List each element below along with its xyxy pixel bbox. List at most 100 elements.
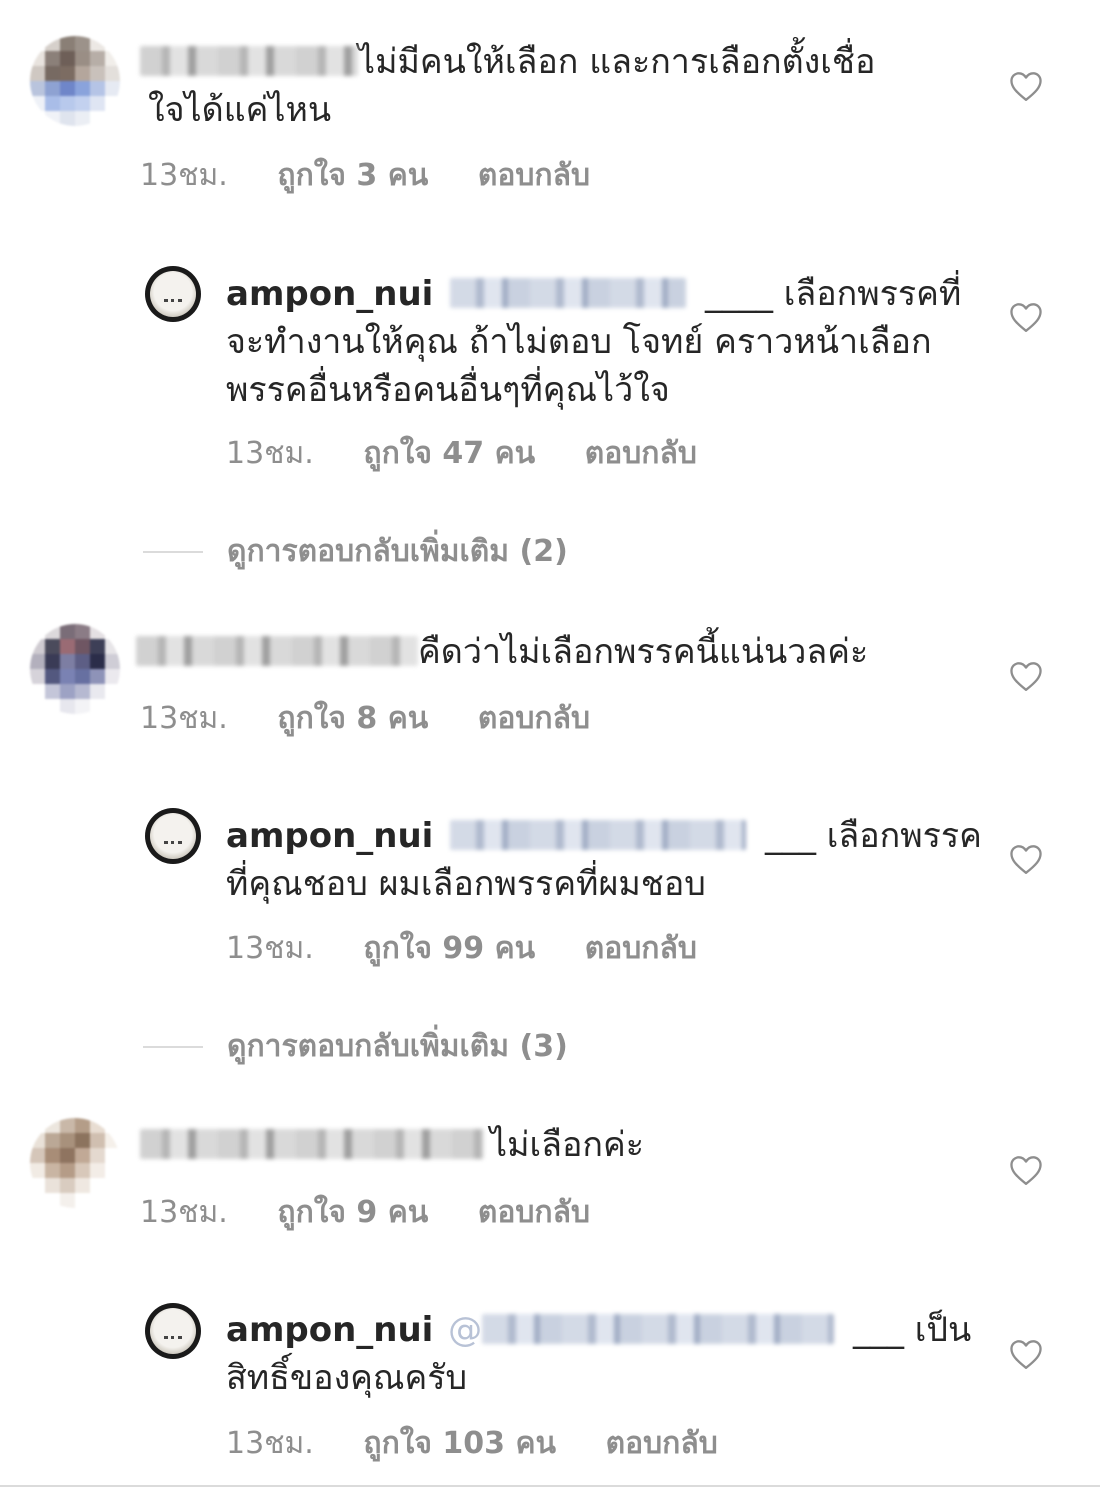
avatar-pixel xyxy=(75,669,90,684)
avatar-image xyxy=(150,813,196,859)
avatar-pixel xyxy=(105,1163,120,1178)
likes-count[interactable]: ถูกใจ 99 คน xyxy=(363,925,535,972)
blurred-mention[interactable] xyxy=(482,1313,835,1344)
reply-text-line2: สิทธิ์ของคุณครับ xyxy=(226,1358,468,1398)
blurred-username[interactable] xyxy=(136,635,418,666)
avatar-pixel xyxy=(45,654,60,669)
username[interactable]: ampon_nui xyxy=(226,816,433,856)
heart-outline-icon[interactable] xyxy=(1008,843,1044,875)
avatar-pixel xyxy=(90,81,105,96)
comment-text: คืดว่าไม่เลือกพรรคนี้แน่นวลค่ะ xyxy=(136,628,868,676)
avatar-pixel xyxy=(30,66,45,81)
reply-button[interactable]: ตอบกลับ xyxy=(478,1189,590,1236)
reply-button[interactable]: ตอบกลับ xyxy=(478,695,590,742)
avatar-pixel xyxy=(60,36,75,51)
username[interactable]: ampon_nui xyxy=(226,274,433,314)
avatar-pixel xyxy=(90,1133,105,1148)
heart-outline-icon[interactable] xyxy=(1008,1154,1044,1186)
comment-meta: 13ชม. ถูกใจ 3 คน ตอบกลับ xyxy=(140,152,590,199)
reply-text-line1: เลือกพรรค xyxy=(826,816,982,856)
likes-count[interactable]: ถูกใจ 9 คน xyxy=(277,1189,428,1236)
reply-button[interactable]: ตอบกลับ xyxy=(585,925,697,972)
view-more-replies[interactable]: ดูการตอบกลับเพิ่มเติม (2) xyxy=(143,528,568,575)
heart-outline-icon[interactable] xyxy=(1008,301,1044,333)
avatar-pixel xyxy=(75,111,90,126)
reply-text-line2: ที่คุณชอบ ผมเลือกพรรคที่ผมชอบ xyxy=(226,864,706,904)
avatar-pixel xyxy=(105,96,120,111)
comment-text-line2: ใจได้แค่ไหน xyxy=(148,90,332,130)
blurred-username[interactable] xyxy=(140,45,358,76)
reply-text: ampon_nui ___ เลือกพรรค ที่คุณชอบ ผมเลือ… xyxy=(226,812,982,908)
avatar-pixel xyxy=(105,1148,120,1163)
reply-meta: 13ชม. ถูกใจ 99 คน ตอบกลับ xyxy=(226,925,697,972)
avatar-pixel xyxy=(60,81,75,96)
avatar-pixel xyxy=(105,36,120,51)
view-more-replies[interactable]: ดูการตอบกลับเพิ่มเติม (3) xyxy=(143,1023,568,1070)
avatar-pixel xyxy=(45,66,60,81)
avatar-pixel xyxy=(45,51,60,66)
avatar-pixel xyxy=(75,96,90,111)
comment-text: ไม่เลือกค่ะ xyxy=(140,1121,644,1169)
avatar-pixel xyxy=(105,684,120,699)
view-more-label: ดูการตอบกลับเพิ่มเติม (3) xyxy=(227,1029,568,1064)
avatar-pixel xyxy=(105,1133,120,1148)
avatar-pixel xyxy=(90,1118,105,1133)
avatar-pixel xyxy=(90,654,105,669)
avatar-pixel xyxy=(60,1118,75,1133)
avatar[interactable] xyxy=(145,1303,201,1359)
comment-text-line1: ไม่เลือกค่ะ xyxy=(490,1125,644,1165)
heart-outline-icon[interactable] xyxy=(1008,660,1044,692)
heart-outline-icon[interactable] xyxy=(1008,70,1044,102)
avatar[interactable] xyxy=(145,266,201,322)
avatar-pixel xyxy=(60,1193,75,1208)
separator: ___ xyxy=(852,1310,904,1350)
reply-meta: 13ชม. ถูกใจ 103 คน ตอบกลับ xyxy=(226,1420,718,1467)
comment-time: 13ชม. xyxy=(140,1195,228,1230)
blurred-mention[interactable] xyxy=(450,277,687,308)
reply-button[interactable]: ตอบกลับ xyxy=(478,152,590,199)
avatar-pixel xyxy=(60,111,75,126)
avatar-pixel xyxy=(60,1163,75,1178)
avatar[interactable] xyxy=(30,36,120,126)
avatar-pixel xyxy=(105,669,120,684)
avatar[interactable] xyxy=(30,1118,120,1208)
avatar-pixel xyxy=(30,96,45,111)
avatar-pixel xyxy=(75,66,90,81)
avatar-pixel xyxy=(90,1178,105,1193)
avatar[interactable] xyxy=(145,808,201,864)
comment-text: ไม่มีคนให้เลือก และการเลือกตั้งเชื่อ ใจไ… xyxy=(140,38,875,134)
avatar-pixel xyxy=(45,111,60,126)
reply-button[interactable]: ตอบกลับ xyxy=(606,1420,718,1467)
reply-text-line1: เลือกพรรคที่ xyxy=(783,274,962,314)
heart-outline-icon[interactable] xyxy=(1008,1338,1044,1370)
blurred-mention[interactable] xyxy=(450,819,747,850)
likes-count[interactable]: ถูกใจ 8 คน xyxy=(277,695,428,742)
avatar-pixel xyxy=(60,669,75,684)
avatar-pixel xyxy=(60,51,75,66)
avatar-pixel xyxy=(105,1118,120,1133)
avatar-pixel xyxy=(90,1163,105,1178)
avatar-pixel xyxy=(105,699,120,714)
comment-meta: 13ชม. ถูกใจ 9 คน ตอบกลับ xyxy=(140,1189,590,1236)
likes-count[interactable]: ถูกใจ 47 คน xyxy=(363,430,535,477)
comment-time: 13ชม. xyxy=(140,158,228,193)
likes-count[interactable]: ถูกใจ 103 คน xyxy=(363,1420,556,1467)
avatar-pixel xyxy=(30,111,45,126)
avatar-pixel xyxy=(105,654,120,669)
avatar-pixel xyxy=(60,684,75,699)
avatar[interactable] xyxy=(30,624,120,714)
avatar-pixel xyxy=(75,1178,90,1193)
reply-text-line2: จะทำงานให้คุณ ถ้าไม่ตอบ โจทย์ คราวหน้าเล… xyxy=(226,322,932,362)
likes-count[interactable]: ถูกใจ 3 คน xyxy=(277,152,428,199)
avatar-pixel xyxy=(90,96,105,111)
reply-button[interactable]: ตอบกลับ xyxy=(585,430,697,477)
username[interactable]: ampon_nui xyxy=(226,1310,433,1350)
avatar-pixel xyxy=(60,1133,75,1148)
avatar-pixel xyxy=(105,624,120,639)
comment-time: 13ชม. xyxy=(140,701,228,736)
reply-text-line3: พรรคอื่นหรือคนอื่นๆที่คุณไว้ใจ xyxy=(226,370,670,410)
blurred-username[interactable] xyxy=(140,1128,484,1159)
reply-time: 13ชม. xyxy=(226,1426,314,1461)
avatar-pixel xyxy=(105,1178,120,1193)
comment-text-line1: คืดว่าไม่เลือกพรรคนี้แน่นวลค่ะ xyxy=(418,632,869,672)
